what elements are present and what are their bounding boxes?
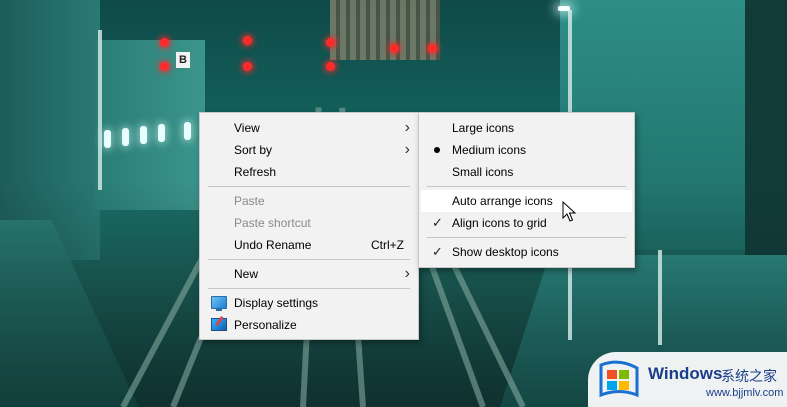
wallpaper-lamp-post xyxy=(658,250,662,345)
submenu-item-large-icons[interactable]: Large icons xyxy=(421,117,632,139)
watermark: Windows 系统之家 www.bjjmlv.com xyxy=(588,352,787,407)
menu-item-label: Auto arrange icons xyxy=(452,194,553,208)
wallpaper-wall-light xyxy=(158,124,165,142)
submenu-item-small-icons[interactable]: Small icons xyxy=(421,161,632,183)
submenu-item-auto-arrange-icons[interactable]: Auto arrange icons xyxy=(421,190,632,212)
menu-item-label: Show desktop icons xyxy=(452,245,559,259)
signal-light xyxy=(243,62,252,71)
menu-item-label: Large icons xyxy=(452,121,515,135)
chevron-right-icon: › xyxy=(404,265,410,282)
watermark-title: Windows xyxy=(648,364,723,383)
menu-item-label: Personalize xyxy=(234,318,297,332)
wallpaper-wall-light xyxy=(104,130,111,148)
wallpaper-building-distant xyxy=(330,0,440,60)
wallpaper-wall-light xyxy=(184,122,191,140)
menu-separator xyxy=(208,288,410,289)
menu-item-shortcut: Ctrl+Z xyxy=(371,238,404,252)
wallpaper-wall-light xyxy=(122,128,129,146)
menu-item-paste-shortcut[interactable]: Paste shortcut xyxy=(202,212,416,234)
menu-separator xyxy=(427,186,626,187)
personalize-icon xyxy=(211,318,227,331)
menu-item-personalize[interactable]: Personalize xyxy=(202,314,416,336)
menu-item-label: Paste shortcut xyxy=(234,216,311,230)
menu-item-label: Align icons to grid xyxy=(452,216,547,230)
menu-item-label: Medium icons xyxy=(452,143,527,157)
submenu-item-align-icons-to-grid[interactable]: ✓ Align icons to grid xyxy=(421,212,632,234)
windows-logo-icon xyxy=(599,360,639,398)
menu-separator xyxy=(427,237,626,238)
wallpaper-pole xyxy=(98,30,102,190)
radio-bullet-icon xyxy=(434,147,440,153)
chevron-right-icon: › xyxy=(404,141,410,158)
signal-light xyxy=(326,62,335,71)
signal-light xyxy=(160,62,169,71)
menu-item-label: New xyxy=(234,267,259,281)
menu-separator xyxy=(208,186,410,187)
signal-light xyxy=(243,36,252,45)
signal-light xyxy=(160,38,169,47)
submenu-item-show-desktop-icons[interactable]: ✓ Show desktop icons xyxy=(421,241,632,263)
signal-light xyxy=(326,38,335,47)
menu-item-new[interactable]: New › xyxy=(202,263,416,285)
view-submenu: Large icons Medium icons Small icons Aut… xyxy=(418,112,635,268)
menu-item-display-settings[interactable]: Display settings xyxy=(202,292,416,314)
watermark-url: www.bjjmlv.com xyxy=(706,387,784,399)
menu-item-refresh[interactable]: Refresh xyxy=(202,161,416,183)
checkmark-icon: ✓ xyxy=(432,244,443,259)
menu-item-label: Sort by xyxy=(234,143,273,157)
menu-item-view[interactable]: View › xyxy=(202,117,416,139)
mouse-cursor-icon xyxy=(562,201,577,222)
desktop-context-menu: View › Sort by › Refresh Paste Paste sho… xyxy=(199,112,419,340)
menu-item-paste[interactable]: Paste xyxy=(202,190,416,212)
signal-light xyxy=(428,44,437,53)
submenu-item-medium-icons[interactable]: Medium icons xyxy=(421,139,632,161)
checkmark-icon: ✓ xyxy=(432,215,443,230)
menu-separator xyxy=(208,259,410,260)
menu-item-label: View xyxy=(234,121,260,135)
wallpaper-sign: B xyxy=(176,52,190,68)
menu-item-label: Small icons xyxy=(452,165,514,179)
watermark-subtitle: 系统之家 xyxy=(721,369,777,385)
menu-item-undo-rename[interactable]: Undo Rename Ctrl+Z xyxy=(202,234,416,256)
menu-item-label: Undo Rename xyxy=(234,238,312,252)
menu-item-label: Display settings xyxy=(234,296,319,310)
menu-item-label: Refresh xyxy=(234,165,277,179)
chevron-right-icon: › xyxy=(404,119,410,136)
display-icon xyxy=(211,296,227,311)
wallpaper-lamp xyxy=(558,6,570,11)
menu-item-label: Paste xyxy=(234,194,265,208)
wallpaper-wall-light xyxy=(140,126,147,144)
menu-item-sort-by[interactable]: Sort by › xyxy=(202,139,416,161)
signal-light xyxy=(390,44,399,53)
